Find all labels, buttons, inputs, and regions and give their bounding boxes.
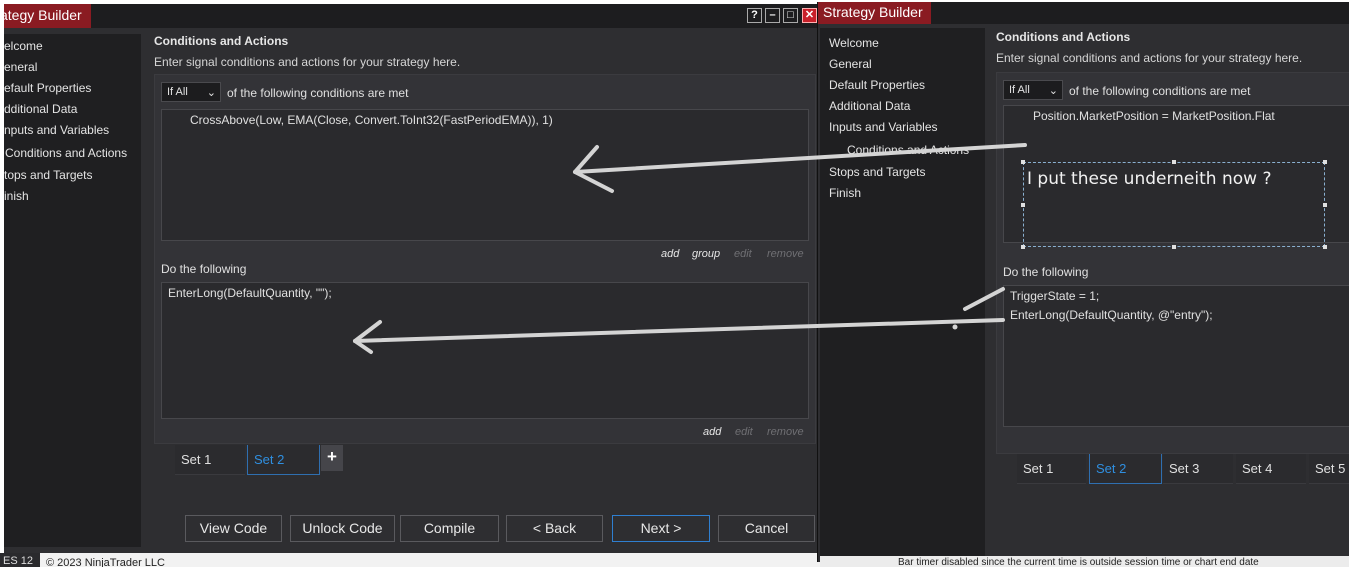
arrow-to-conditions-line <box>573 143 1027 174</box>
arrow-to-actions-head <box>353 320 382 354</box>
annotation-dot <box>952 324 958 330</box>
annotation-arrows <box>353 143 1027 354</box>
arrow-to-actions-line <box>353 318 1005 343</box>
arrow-to-actions-tick <box>963 287 1005 311</box>
